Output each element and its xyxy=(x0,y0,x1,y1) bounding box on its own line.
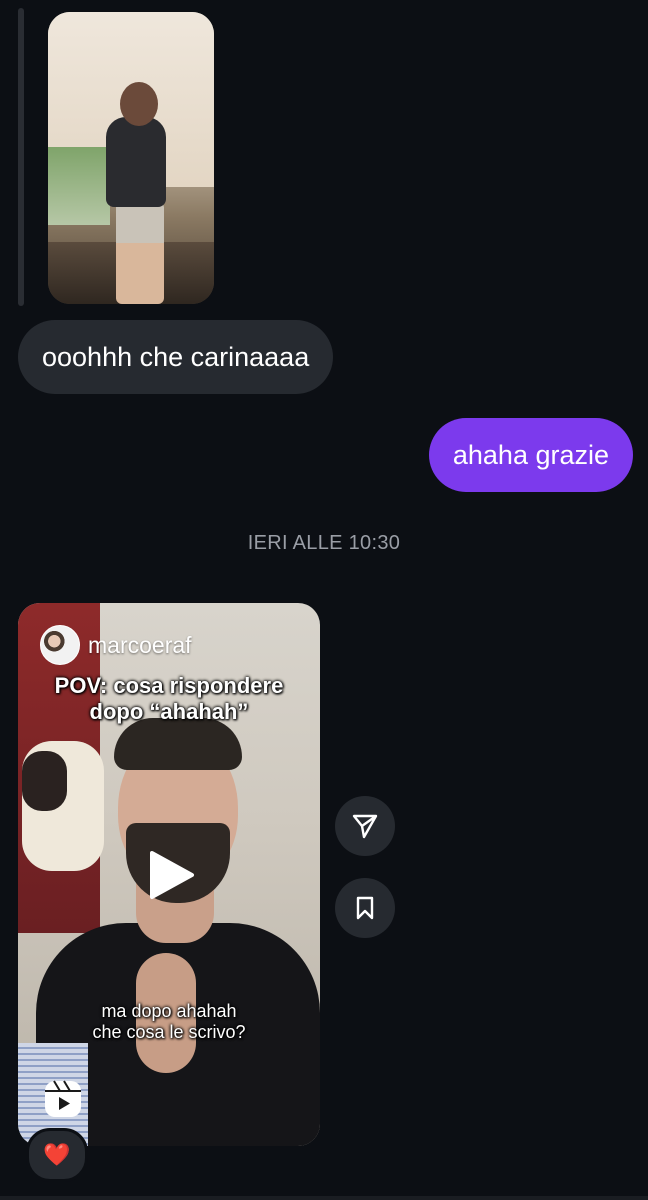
send-icon xyxy=(352,814,378,839)
heart-reaction[interactable]: ❤️ xyxy=(26,1128,88,1182)
reel-subtitle-line1: ma dopo ahahah xyxy=(101,1001,237,1021)
story-thumbnail[interactable] xyxy=(48,12,214,304)
reel-bg-cow xyxy=(22,741,104,871)
reel-subtitle: ma dopo ahahah che cosa le scrivo? xyxy=(18,1001,320,1043)
incoming-message-bubble[interactable]: ooohhh che carinaaaa xyxy=(18,320,334,394)
share-button[interactable] xyxy=(335,796,395,856)
thumb-window xyxy=(48,147,110,225)
play-icon[interactable] xyxy=(144,849,196,901)
divider xyxy=(0,1196,648,1200)
save-button[interactable] xyxy=(335,878,395,938)
shared-reel[interactable]: marcoeraf POV: cosa rispondere dopo “aha… xyxy=(18,603,320,1146)
outgoing-message-bubble[interactable]: ahaha grazie xyxy=(428,418,633,492)
heart-icon: ❤️ xyxy=(43,1142,71,1167)
bookmark-icon xyxy=(356,896,374,920)
incoming-message-text: ooohhh che carinaaaa xyxy=(42,341,310,372)
message-timestamp: IERI ALLE 10:30 xyxy=(247,532,401,554)
thumb-person-legs xyxy=(116,202,164,304)
reel-caption: POV: cosa rispondere dopo “ahahah” xyxy=(18,673,320,725)
reels-icon xyxy=(45,1080,81,1117)
reel-caption-line2: dopo “ahahah” xyxy=(89,699,249,724)
reel-caption-line1: POV: cosa rispondere xyxy=(54,673,284,698)
reel-author[interactable]: marcoeraf xyxy=(40,625,192,665)
avatar[interactable] xyxy=(40,625,80,665)
thumb-person-body xyxy=(106,117,166,207)
story-reply-line xyxy=(18,8,24,306)
reel-username[interactable]: marcoeraf xyxy=(88,632,192,659)
reel-person-hair xyxy=(114,718,242,770)
thumb-person-head xyxy=(120,82,158,126)
outgoing-message-text: ahaha grazie xyxy=(452,439,609,470)
reel-subtitle-line2: che cosa le scrivo? xyxy=(92,1022,246,1042)
